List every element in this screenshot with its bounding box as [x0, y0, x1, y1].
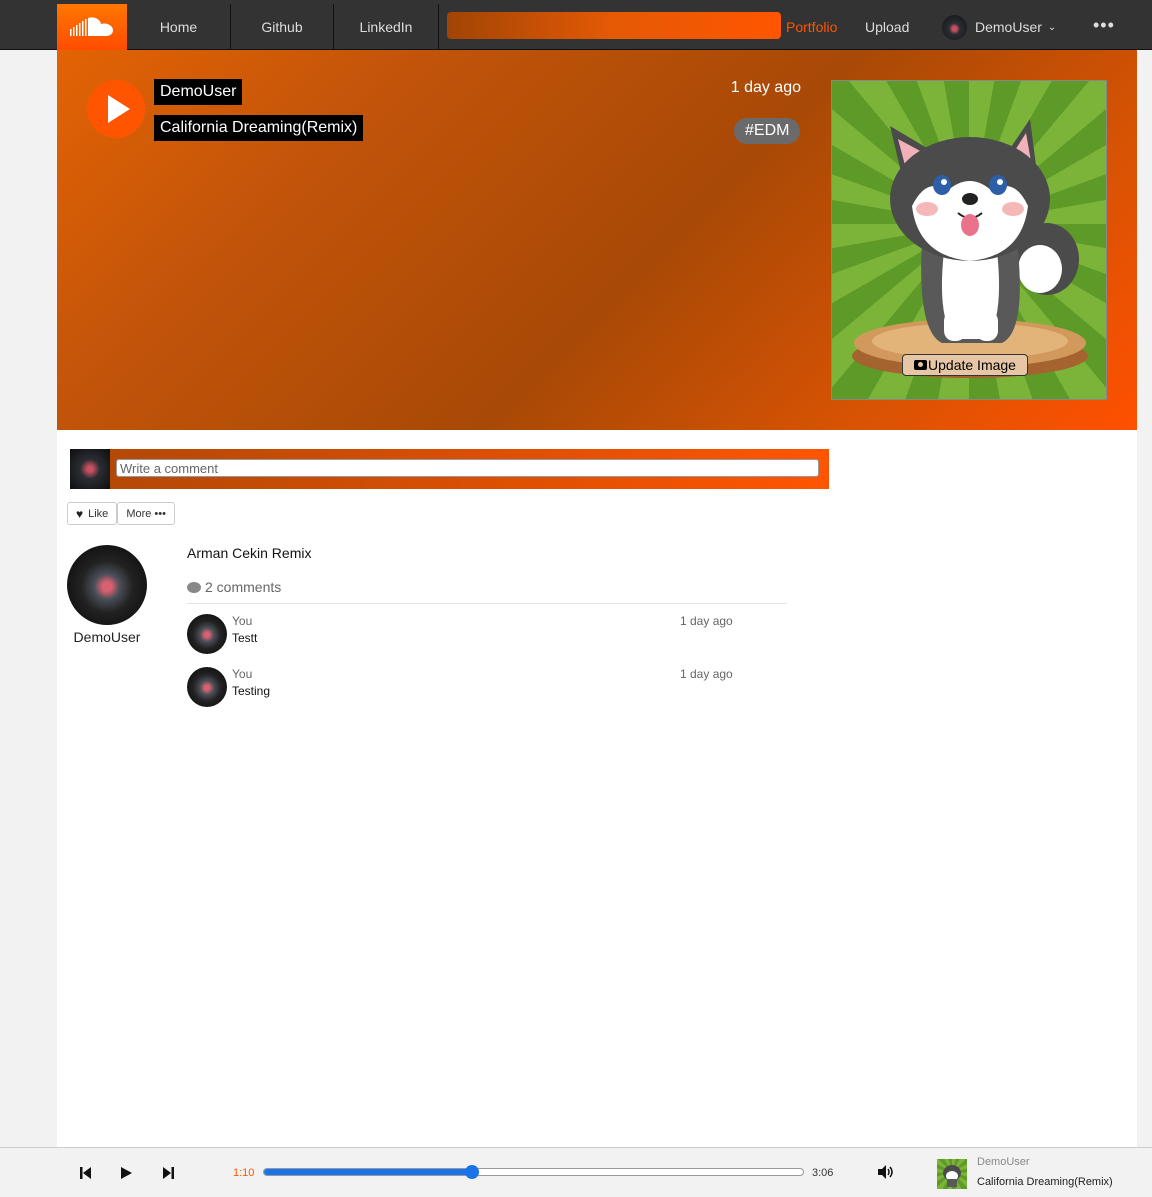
comments-count: 2 comments: [187, 579, 281, 595]
now-playing-title[interactable]: California Dreaming(Remix): [977, 1176, 1113, 1188]
now-playing-artwork[interactable]: [937, 1159, 967, 1189]
uploader-name[interactable]: DemoUser: [67, 629, 147, 645]
camera-icon: [914, 360, 928, 370]
progress-slider[interactable]: [263, 1165, 804, 1179]
now-playing-user[interactable]: DemoUser: [977, 1156, 1030, 1168]
user-menu[interactable]: DemoUser ⌄: [942, 14, 1056, 40]
duration: 3:06: [812, 1167, 834, 1179]
track-title: California Dreaming(Remix): [154, 115, 364, 141]
list-item: You Testing 1 day ago: [187, 667, 747, 707]
nav-upload-link[interactable]: Upload: [865, 19, 909, 35]
comment-body: Testing: [232, 684, 271, 698]
cloud-icon: [70, 17, 113, 36]
nav-linkedin-link[interactable]: LinkedIn: [334, 4, 439, 50]
play-button[interactable]: [87, 80, 145, 138]
main-container: DemoUser California Dreaming(Remix) 1 da…: [57, 50, 1137, 1147]
husky-illustration: [852, 119, 1088, 378]
track-artwork: Update Image: [831, 80, 1107, 400]
track-hero: DemoUser California Dreaming(Remix) 1 da…: [57, 50, 1137, 430]
like-button[interactable]: ♥ Like: [67, 502, 118, 525]
nav-portfolio-link[interactable]: Portfolio: [786, 19, 837, 35]
comment-icon: [187, 581, 201, 593]
previous-track-icon[interactable]: [80, 1165, 92, 1181]
track-description: Arman Cekin Remix: [187, 545, 312, 561]
comment-body: Testt: [232, 631, 258, 645]
avatar[interactable]: [187, 667, 227, 707]
avatar: [942, 14, 967, 40]
play-icon: [108, 95, 130, 123]
comment-time: 1 day ago: [680, 614, 733, 628]
audio-player-bar: 1:10 3:06 DemoUser California Dreaming(R…: [0, 1147, 1152, 1197]
update-image-button[interactable]: Update Image: [902, 354, 1028, 376]
track-time-ago: 1 day ago: [730, 79, 801, 96]
comment-user[interactable]: You: [232, 614, 252, 628]
volume-icon[interactable]: [877, 1164, 895, 1185]
uploader-avatar[interactable]: [67, 545, 147, 625]
update-image-label: Update Image: [928, 357, 1016, 373]
comment-bar: [70, 449, 829, 489]
current-time: 1:10: [233, 1167, 255, 1179]
comments-count-label: 2 comments: [205, 579, 282, 595]
user-menu-label: DemoUser: [975, 19, 1042, 35]
next-track-icon[interactable]: [162, 1165, 174, 1181]
comment-input[interactable]: [116, 459, 819, 477]
track-artist[interactable]: DemoUser: [154, 79, 243, 105]
play-icon[interactable]: [120, 1165, 133, 1181]
heart-icon: ♥: [76, 506, 84, 521]
list-item: You Testt 1 day ago: [187, 614, 747, 654]
avatar[interactable]: [187, 614, 227, 654]
nav-github-link[interactable]: Github: [231, 4, 334, 50]
comment-time: 1 day ago: [680, 667, 733, 681]
search-input[interactable]: [447, 12, 781, 39]
genre-tag[interactable]: #EDM: [734, 118, 801, 144]
action-buttons: ♥ Like More •••: [67, 502, 175, 525]
progress-fill: [264, 1169, 472, 1175]
more-options-icon[interactable]: •••: [1093, 15, 1115, 36]
divider: [187, 603, 787, 604]
avatar: [70, 449, 110, 489]
more-button[interactable]: More •••: [117, 502, 175, 525]
nav-home-link[interactable]: Home: [127, 4, 231, 50]
soundcloud-logo[interactable]: [57, 4, 127, 50]
comment-user[interactable]: You: [232, 667, 252, 681]
like-label: Like: [88, 507, 109, 520]
top-navbar: Home Github LinkedIn Portfolio Upload De…: [0, 0, 1152, 50]
chevron-down-icon: ⌄: [1047, 21, 1057, 33]
progress-thumb[interactable]: [464, 1165, 479, 1179]
